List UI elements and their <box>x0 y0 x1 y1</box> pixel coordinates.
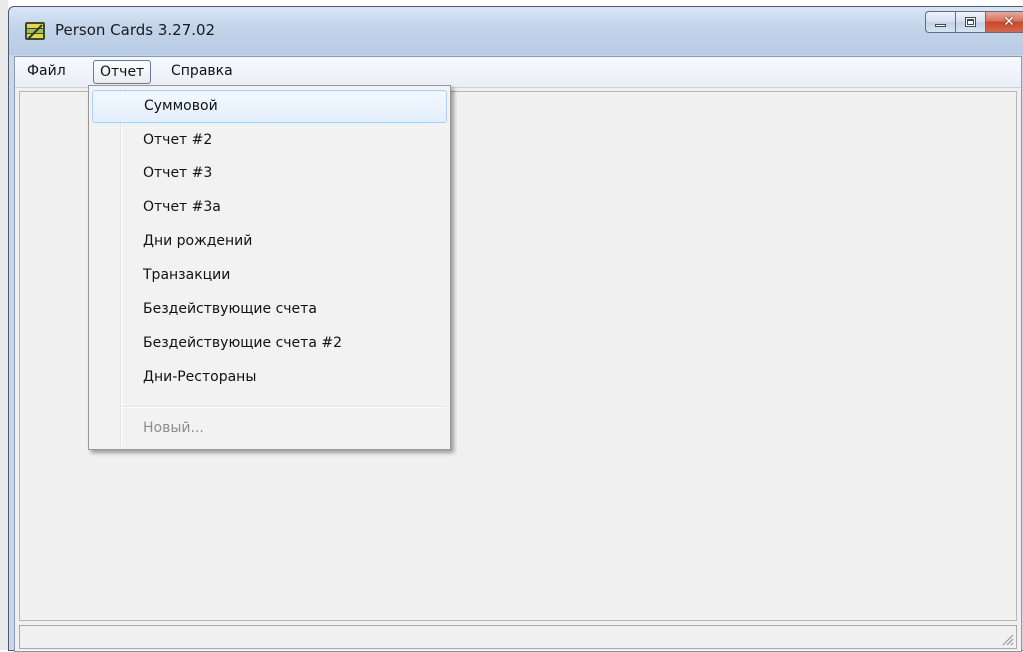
window-title: Person Cards 3.27.02 <box>55 21 216 39</box>
menu-help[interactable]: Справка <box>165 60 239 84</box>
app-icon <box>25 22 45 40</box>
menu-item-restaurant-days[interactable]: Дни-Рестораны <box>92 362 447 395</box>
maximize-button[interactable] <box>955 11 985 33</box>
menu-item-transactions[interactable]: Транзакции <box>92 260 447 293</box>
minimize-button[interactable] <box>925 11 955 33</box>
menu-item-report-2[interactable]: Отчет #2 <box>92 125 447 158</box>
close-icon: ✕ <box>1003 14 1015 30</box>
menu-item-birthdays[interactable]: Дни рождений <box>92 226 447 259</box>
menu-file[interactable]: Файл <box>21 60 72 84</box>
resize-grip-icon[interactable] <box>1000 632 1014 646</box>
caption-buttons: ✕ <box>925 11 1023 33</box>
menu-report[interactable]: Отчет <box>93 60 152 84</box>
menu-item-new: Новый... <box>143 420 204 436</box>
menu-item-report-3a[interactable]: Отчет #3а <box>92 192 447 225</box>
menu-item-inactive-accounts-2[interactable]: Бездействующие счета #2 <box>92 328 447 361</box>
menu-bar: Файл Отчет Справка <box>15 57 1021 88</box>
maximize-icon <box>965 17 976 27</box>
minimize-icon <box>935 24 946 27</box>
menu-item-report-3[interactable]: Отчет #3 <box>92 158 447 191</box>
background-shape <box>0 0 8 650</box>
report-dropdown-menu: Суммовой Отчет #2 Отчет #3 Отчет #3а Дни… <box>88 85 451 450</box>
menu-item-inactive-accounts[interactable]: Бездействующие счета <box>92 294 447 327</box>
menu-item-summary[interactable]: Суммовой <box>92 90 447 123</box>
close-button[interactable]: ✕ <box>985 11 1023 33</box>
title-bar[interactable]: Person Cards 3.27.02 ✕ <box>9 7 1023 55</box>
status-bar <box>19 625 1017 649</box>
menu-separator <box>122 406 445 408</box>
